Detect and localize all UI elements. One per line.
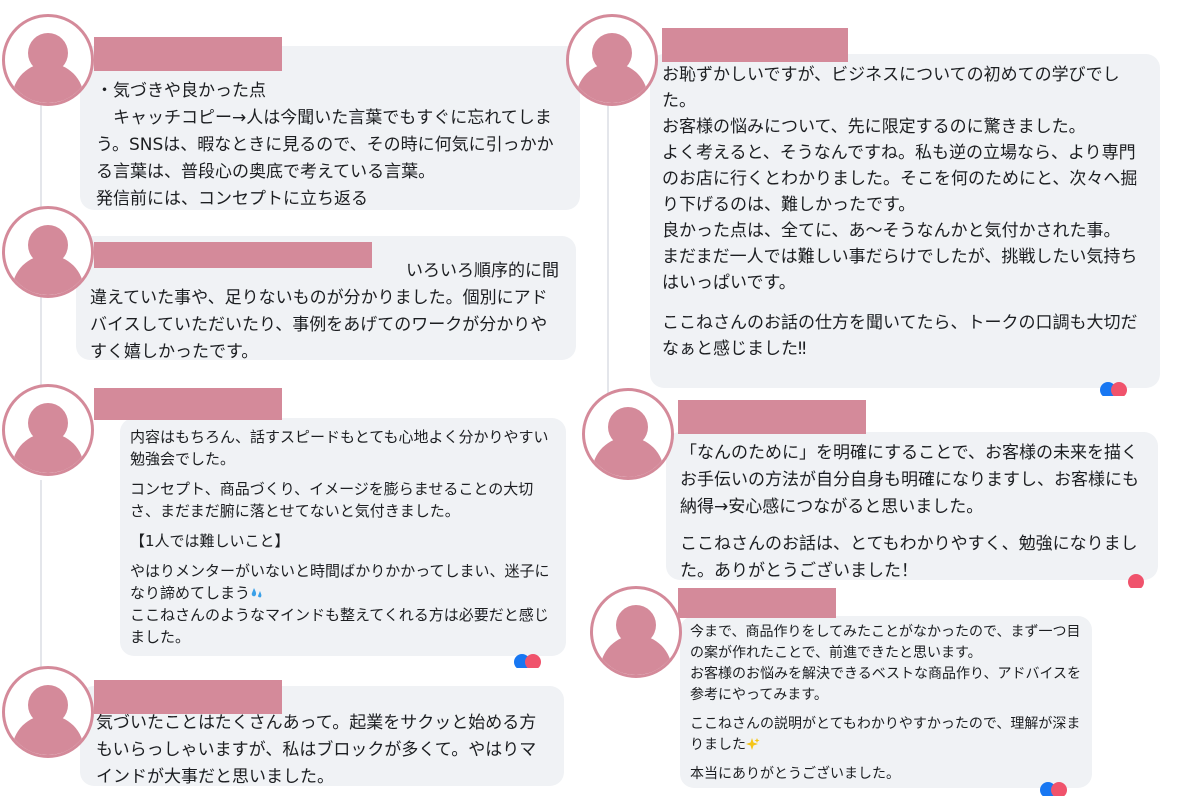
- author-name-redacted: [94, 388, 282, 420]
- comment-text: 「なんのために」を明確にすることで、お客様の未来を描くお手伝いの方法が自分自身も…: [680, 443, 1139, 517]
- avatar[interactable]: [2, 384, 94, 476]
- comment-bubble: 内容はもちろん、話すスピードもとても心地よく分かりやすい勉強会でした。 コンセプ…: [120, 418, 566, 656]
- author-name-redacted: [678, 588, 836, 618]
- comment-text: 今まで、商品作りをしてみたことがなかったので、まず一つ目の案が作れたことで、前進…: [690, 624, 1082, 703]
- comment-text: ここねさんのようなマインドも整えてくれる方は必要だと感じました。: [130, 606, 549, 646]
- sweat-drops-icon: [251, 588, 262, 598]
- comment-text: ・気づきや良かった点 キャッチコピー→人は今聞いた言葉でもすぐに忘れてしまう。S…: [96, 81, 554, 209]
- comment-text: 【1人では難しいこと】: [130, 532, 290, 550]
- love-icon: [525, 654, 541, 668]
- reaction-icons[interactable]: [1040, 782, 1070, 796]
- reaction-icons[interactable]: [1100, 382, 1130, 396]
- comment-text: ここねさんのお話の仕方を聞いてたら、トークの口調も大切だなぁと感じました‼: [662, 313, 1138, 359]
- comment-text: ここねさんのお話は、とてもわかりやすく、勉強になりました。ありがとうございました…: [680, 534, 1138, 580]
- thread-line: [40, 480, 42, 680]
- comment-text: やはりメンターがいないと時間ばかりかかってしまい、迷子になり諦めてしまう: [130, 562, 550, 602]
- avatar[interactable]: [2, 14, 94, 106]
- sparkles-icon: [746, 738, 760, 750]
- author-name-redacted: [94, 680, 282, 714]
- reaction-icons[interactable]: [514, 654, 544, 668]
- author-name-redacted: [94, 37, 282, 71]
- comment-text: コンセプト、商品づくり、イメージを膨らませることの大切さ、まだまだ腑に落とせてな…: [130, 480, 534, 520]
- author-name-redacted: [662, 28, 848, 62]
- comment-bubble: 今まで、商品作りをしてみたことがなかったので、まず一つ目の案が作れたことで、前進…: [680, 616, 1092, 788]
- author-name-redacted: [94, 242, 372, 268]
- thread-line: [607, 100, 609, 400]
- love-icon: [1111, 382, 1127, 396]
- avatar[interactable]: [566, 14, 658, 106]
- comment-text: いろいろ順序的に間違えていた事や、足りないものが分かりました。個別にアドバイスし…: [90, 261, 559, 360]
- comment-text: お恥ずかしいですが、ビジネスについての初めての学びでした。 お客様の悩みについて…: [662, 65, 1138, 293]
- avatar[interactable]: [590, 586, 682, 678]
- comment-bubble: 「なんのために」を明確にすることで、お客様の未来を描くお手伝いの方法が自分自身も…: [666, 432, 1158, 580]
- comment-text: 内容はもちろん、話すスピードもとても心地よく分かりやすい勉強会でした。: [130, 428, 549, 468]
- comment-bubble: お恥ずかしいですが、ビジネスについての初めての学びでした。 お客様の悩みについて…: [650, 54, 1160, 388]
- love-icon: [1128, 574, 1144, 588]
- comment-text: 気づいたことはたくさんあって。起業をサクッと始める方もいらっしゃいますが、私はブ…: [96, 713, 537, 786]
- avatar[interactable]: [2, 206, 94, 298]
- author-name-redacted: [678, 400, 866, 434]
- avatar[interactable]: [582, 388, 674, 480]
- love-icon: [1051, 782, 1067, 796]
- reaction-icons[interactable]: [1128, 574, 1158, 588]
- avatar[interactable]: [2, 666, 94, 758]
- comment-text: 本当にありがとうございました。: [690, 766, 900, 782]
